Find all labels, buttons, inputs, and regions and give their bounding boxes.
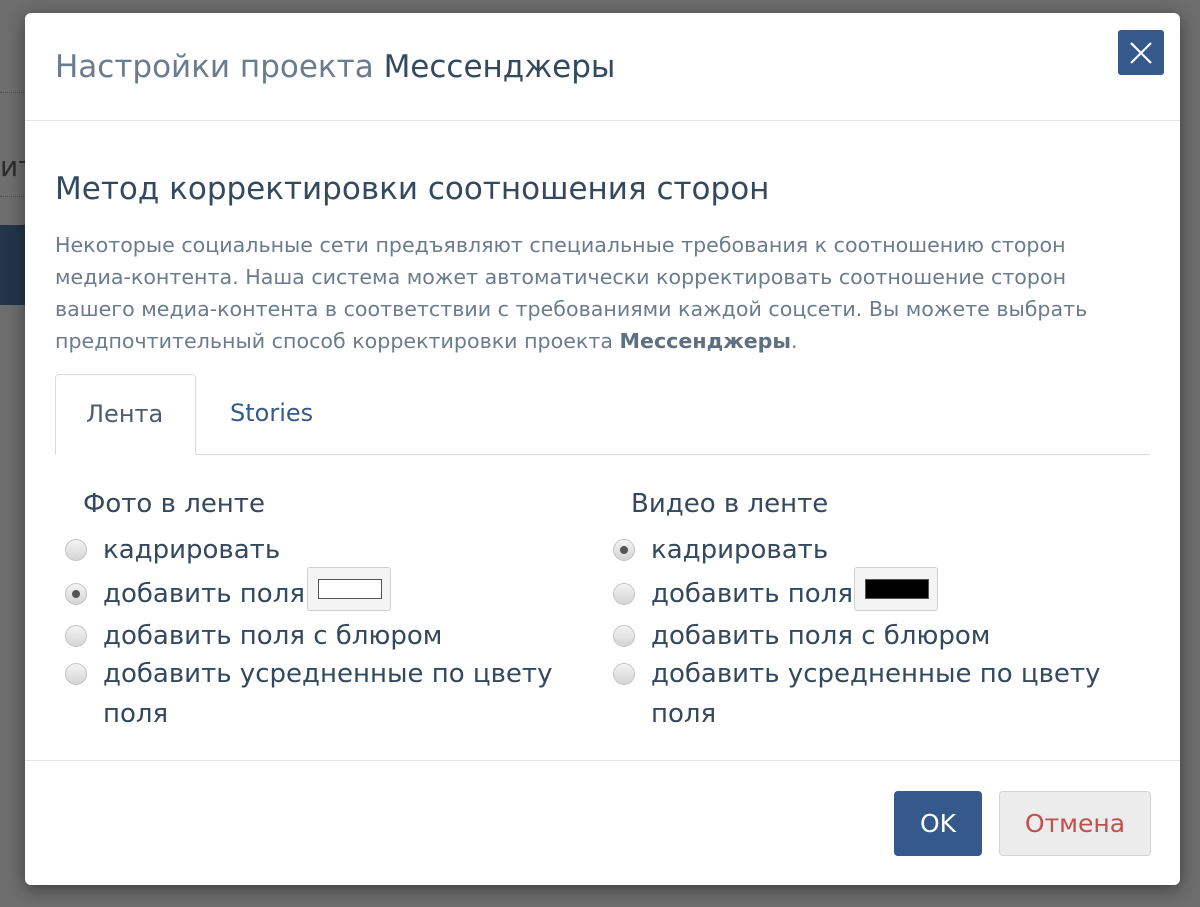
description-project: Мессенджеры [619,329,792,353]
modal-title-project: Мессенджеры [383,49,616,85]
photo-option-add-margins[interactable]: добавить поля [63,579,305,611]
radio-button[interactable] [65,663,87,685]
video-option-add-margins[interactable]: добавить поля [611,579,853,611]
radio-label: кадрировать [103,535,281,565]
photo-option-crop[interactable]: кадрировать [63,535,543,567]
description-end: . [791,329,798,353]
radio-button[interactable] [65,583,87,605]
radio-label: добавить усредненные по цвету [651,659,1101,689]
section-description: Некоторые социальные сети предъявляют сп… [55,229,1135,357]
video-option-crop[interactable]: кадрировать [611,535,1091,567]
color-swatch-fill [318,579,382,599]
radio-label: добавить поля с блюром [103,621,443,651]
description-text: Некоторые социальные сети предъявляют сп… [55,233,1088,353]
photo-option-average-color-margins[interactable]: добавить усредненные по цвету поля [63,659,552,731]
tab-stories-label: Stories [230,399,314,427]
modal-title-prefix: Настройки проекта [55,49,374,85]
radio-button[interactable] [65,625,87,647]
project-settings-modal: Настройки проекта Мессенджеры Метод корр… [25,13,1180,885]
radio-label: поля [103,699,169,729]
background-divider [0,92,28,93]
ok-button[interactable]: OK [894,791,982,856]
tab-bar: Лента Stories [55,374,1150,455]
video-column-title: Видео в ленте [631,489,829,519]
video-margin-color-picker[interactable] [854,567,938,611]
close-button[interactable] [1118,30,1164,75]
radio-button[interactable] [613,539,635,561]
photo-option-blur-margins[interactable]: добавить поля с блюром [63,621,543,653]
video-option-average-color-margins[interactable]: добавить усредненные по цвету поля [611,659,1100,731]
radio-label: добавить поля с блюром [651,621,991,651]
radio-button[interactable] [613,625,635,647]
radio-label: добавить поля [103,579,305,609]
radio-button[interactable] [613,583,635,605]
color-swatch-fill [865,579,929,599]
radio-button[interactable] [613,663,635,685]
modal-title: Настройки проекта Мессенджеры [55,49,615,85]
photo-column-title: Фото в ленте [83,489,265,519]
background-block [0,225,28,305]
section-title: Метод корректировки соотношения сторон [55,171,770,207]
close-icon [1130,42,1152,64]
tab-feed-label: Лента [86,400,164,428]
photo-margin-color-picker[interactable] [307,567,391,611]
radio-button[interactable] [65,539,87,561]
video-option-blur-margins[interactable]: добавить поля с блюром [611,621,1091,653]
tab-feed[interactable]: Лента [55,374,196,455]
cancel-button[interactable]: Отмена [999,791,1151,856]
radio-label: кадрировать [651,535,829,565]
radio-label: добавить поля [651,579,853,609]
radio-label: добавить усредненные по цвету [103,659,553,689]
background-divider [0,196,28,197]
radio-label: поля [651,699,717,729]
modal-header: Настройки проекта Мессенджеры [25,13,1180,121]
tab-stories[interactable]: Stories [230,374,350,455]
